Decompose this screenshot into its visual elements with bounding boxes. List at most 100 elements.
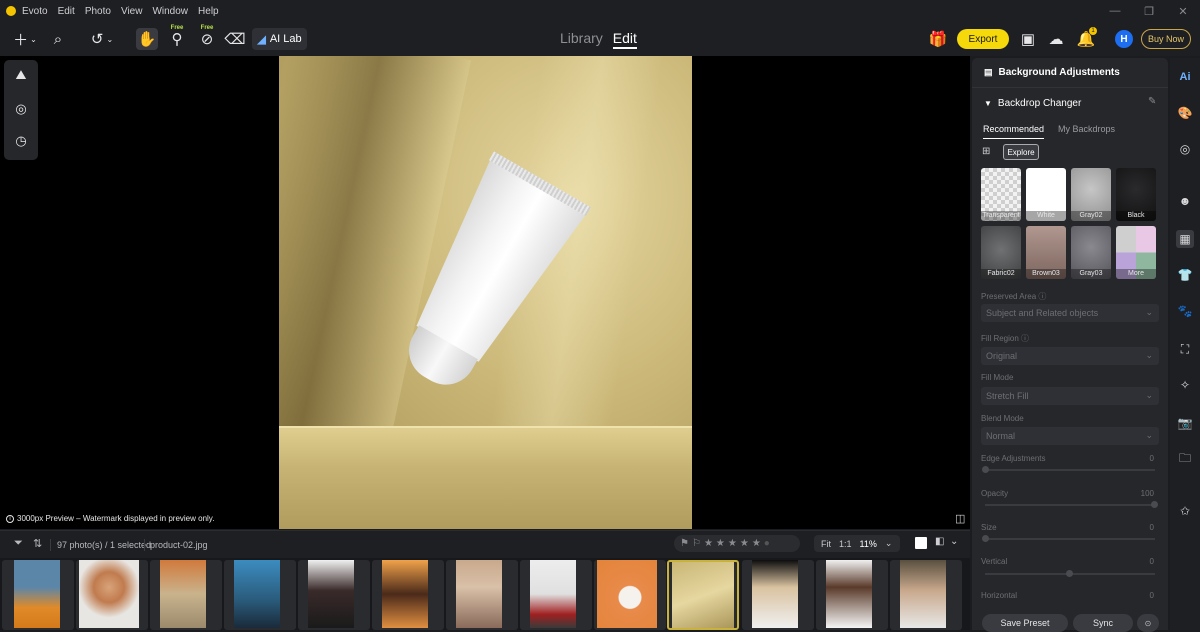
zoom-1to1-button[interactable]: 1:1	[839, 539, 852, 549]
ai-icon[interactable]: Ai	[1176, 68, 1194, 86]
swatch-more[interactable]: More	[1116, 226, 1156, 279]
edit-icon[interactable]: ✎	[1148, 96, 1156, 107]
product-photo[interactable]	[279, 56, 692, 529]
swatch-transparent[interactable]: Transparent	[981, 168, 1021, 221]
bookmark-star-icon[interactable]: ✩	[1176, 502, 1194, 520]
export-panel-icon[interactable]: ▣	[1018, 28, 1038, 50]
chevron-down-icon[interactable]: ⌄	[950, 536, 958, 547]
help-icon[interactable]: ⓘ	[1038, 292, 1046, 301]
rating-bar[interactable]: ⚑ ⚐ ★ ★ ★ ★ ★ ●	[674, 535, 800, 552]
collapse-triangle-icon[interactable]: ▼	[984, 99, 992, 108]
slider-handle[interactable]	[982, 466, 989, 473]
tab-recommended[interactable]: Recommended	[983, 124, 1045, 139]
menu-edit[interactable]: Edit	[58, 6, 75, 17]
gift-icon[interactable]: 🎁	[928, 28, 948, 50]
undo-button[interactable]: ↺ ⌄	[86, 28, 118, 50]
filmstrip-thumb[interactable]	[76, 560, 148, 630]
opacity-slider[interactable]	[985, 504, 1155, 506]
filmstrip-thumb-selected[interactable]	[667, 560, 739, 630]
face-icon[interactable]: ☻	[1176, 192, 1194, 210]
stamp-tool-button[interactable]: Free ⚲	[166, 25, 188, 50]
search-icon[interactable]: ⌕	[48, 28, 68, 50]
star-icon[interactable]: ★	[752, 538, 761, 549]
filmstrip-thumb[interactable]	[816, 560, 888, 630]
filter-icon[interactable]: ⏷	[14, 537, 23, 550]
split-view-icon[interactable]: ◧	[935, 536, 944, 547]
restore-icon[interactable]: ❐	[1132, 0, 1166, 22]
camera-icon[interactable]: 📷	[1176, 414, 1194, 432]
filmstrip-thumb[interactable]	[890, 560, 962, 630]
filmstrip-thumb[interactable]	[742, 560, 814, 630]
menu-view[interactable]: View	[121, 6, 143, 17]
filmstrip-thumb[interactable]	[594, 560, 666, 630]
portrait-adjust-icon[interactable]: ⛰	[12, 66, 30, 84]
explore-button[interactable]: Explore	[1003, 144, 1039, 160]
slider-handle[interactable]	[982, 535, 989, 542]
export-button[interactable]: Export	[957, 29, 1009, 49]
tab-library[interactable]: Library	[560, 30, 603, 49]
menu-window[interactable]: Window	[152, 6, 188, 17]
ai-lab-button[interactable]: ◢ AI Lab	[252, 28, 307, 50]
fill-region-select[interactable]: Original ⌄	[981, 347, 1159, 365]
swatch-black[interactable]: Black	[1116, 168, 1156, 221]
crop-icon[interactable]: ⛶	[1176, 340, 1194, 358]
tab-my-backdrops[interactable]: My Backdrops	[1058, 124, 1115, 139]
buy-now-button[interactable]: Buy Now	[1141, 29, 1191, 49]
blend-mode-select[interactable]: Normal ⌄	[981, 427, 1159, 445]
gallery-icon[interactable]: ⊞	[982, 146, 990, 157]
swatch-fabric02[interactable]: Fabric02	[981, 226, 1021, 279]
sync-settings-icon[interactable]: ⊙	[1137, 614, 1159, 632]
zoom-fit-button[interactable]: Fit	[821, 539, 831, 549]
filmstrip-thumb[interactable]	[520, 560, 592, 630]
swatch-gray03[interactable]: Gray03	[1071, 226, 1111, 279]
menu-photo[interactable]: Photo	[85, 6, 111, 17]
slider-handle[interactable]	[1066, 570, 1073, 577]
backdrop-changer-section[interactable]: ▼ Backdrop Changer	[972, 88, 1168, 118]
tshirt-icon[interactable]: 👕	[1176, 266, 1194, 284]
folder-settings-icon[interactable]: 🗀	[1176, 450, 1194, 468]
background-icon[interactable]: ▦	[1176, 230, 1194, 248]
hand-tool-icon[interactable]: ✋	[136, 28, 158, 50]
filmstrip-thumb[interactable]	[224, 560, 296, 630]
menu-help[interactable]: Help	[198, 6, 219, 17]
star-icon[interactable]: ★	[704, 538, 713, 549]
filmstrip-thumb[interactable]	[298, 560, 370, 630]
close-icon[interactable]: ✕	[1166, 0, 1200, 22]
tab-edit[interactable]: Edit	[612, 30, 637, 49]
filmstrip-thumb[interactable]	[150, 560, 222, 630]
save-preset-button[interactable]: Save Preset	[982, 614, 1068, 632]
patch-tool-button[interactable]: Free ⊘	[196, 25, 218, 50]
fill-mode-select[interactable]: Stretch Fill ⌄	[981, 387, 1159, 405]
avatar[interactable]: H	[1115, 30, 1133, 48]
flag-icon[interactable]: ⚑	[680, 538, 689, 549]
mask-dots-icon[interactable]: ◎	[1176, 140, 1194, 158]
swatch-white[interactable]: White	[1026, 168, 1066, 221]
palette-icon[interactable]: 🎨	[1176, 104, 1194, 122]
single-view-icon[interactable]	[915, 537, 927, 549]
swatch-gray02[interactable]: Gray02	[1071, 168, 1111, 221]
filmstrip-thumb[interactable]	[446, 560, 518, 630]
reject-flag-icon[interactable]: ⚐	[692, 538, 701, 549]
edge-adjustments-slider[interactable]	[985, 469, 1155, 471]
mask-dots-icon[interactable]: ◎	[12, 100, 30, 118]
filmstrip-thumb[interactable]	[2, 560, 74, 630]
help-icon[interactable]: ⓘ	[1021, 334, 1029, 343]
chevron-down-icon[interactable]: ⌄	[885, 538, 893, 549]
sort-icon[interactable]: ⇅	[33, 537, 42, 550]
minimize-icon[interactable]: —	[1098, 0, 1132, 22]
zoom-level[interactable]: 11%	[860, 539, 877, 549]
history-clock-icon[interactable]: ◷	[12, 132, 30, 150]
eraser-icon[interactable]: ⌫	[224, 28, 246, 50]
filmstrip-thumb[interactable]	[372, 560, 444, 630]
star-icon[interactable]: ★	[740, 538, 749, 549]
paw-icon[interactable]: 🐾	[1176, 302, 1194, 320]
add-menu-button[interactable]: ＋ ⌄	[10, 28, 40, 50]
cloud-icon[interactable]: ☁	[1046, 28, 1066, 50]
size-slider[interactable]	[985, 538, 1155, 540]
sync-button[interactable]: Sync	[1073, 614, 1133, 632]
star-icon[interactable]: ★	[716, 538, 725, 549]
preserved-area-select[interactable]: Subject and Related objects ⌄	[981, 304, 1159, 322]
star-icon[interactable]: ★	[728, 538, 737, 549]
swatch-brown03[interactable]: Brown03	[1026, 226, 1066, 279]
brush-icon[interactable]: ✧	[1176, 376, 1194, 394]
